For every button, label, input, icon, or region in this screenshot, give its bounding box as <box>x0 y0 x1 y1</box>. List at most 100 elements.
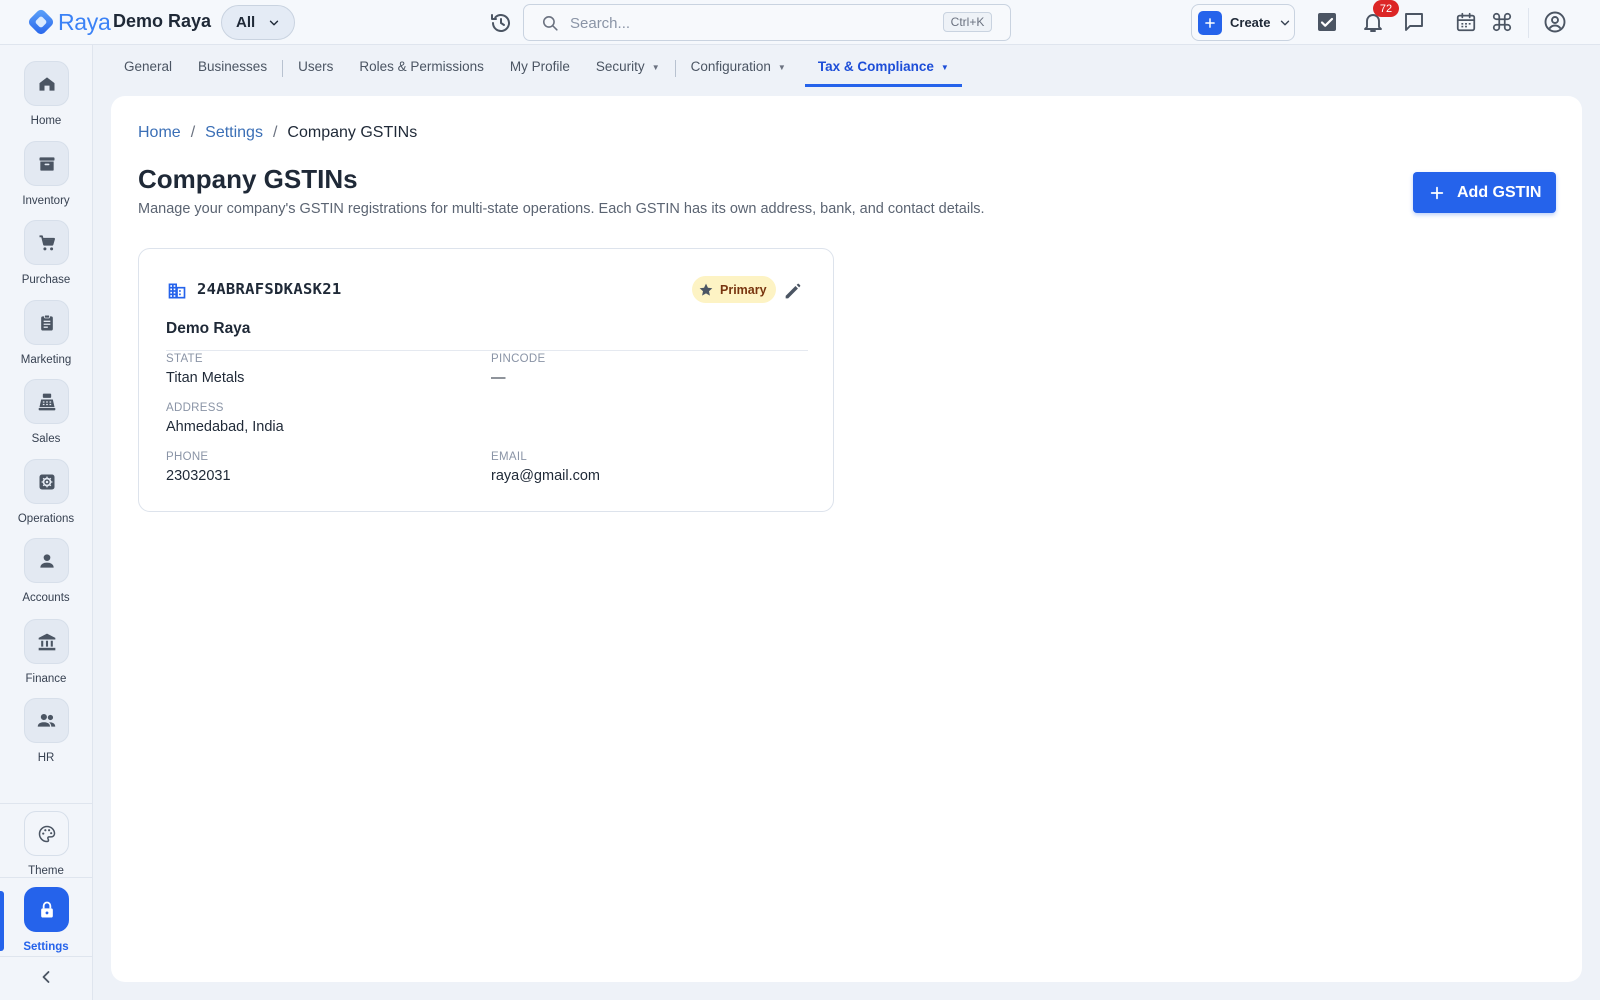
palette-icon <box>24 811 69 856</box>
phone-value: 23032031 <box>166 468 231 484</box>
tab-label: Security <box>595 59 645 74</box>
sidebar-item-sales[interactable]: Sales <box>0 379 92 455</box>
primary-badge: Primary <box>692 276 776 303</box>
chat-icon[interactable] <box>1401 9 1427 35</box>
pincode-value: — <box>491 370 506 386</box>
building-icon <box>168 283 186 299</box>
sidebar-item-label: Home <box>30 115 62 127</box>
address-value: Ahmedabad, India <box>166 419 284 435</box>
home-icon <box>24 61 69 106</box>
phone-field: PHONE 23032031 <box>166 451 231 484</box>
sidebar-item-operations[interactable]: Operations <box>0 459 92 535</box>
search-icon <box>542 15 558 31</box>
sidebar-divider <box>0 877 92 878</box>
tab-divider <box>282 60 284 77</box>
tab-label: Configuration <box>690 59 771 74</box>
phone-label: PHONE <box>166 451 209 463</box>
state-label: STATE <box>166 353 203 365</box>
sidebar-item-inventory[interactable]: Inventory <box>0 141 92 217</box>
breadcrumb-separator: / <box>190 124 196 141</box>
create-button-label: Create <box>1230 15 1271 30</box>
tab-general[interactable]: General <box>111 55 185 87</box>
chevron-down-icon <box>269 20 279 25</box>
sidebar-item-label: Sales <box>31 433 61 445</box>
edit-pencil-icon[interactable] <box>782 280 804 302</box>
logo-mark-icon <box>28 9 54 35</box>
global-search[interactable]: Ctrl+K <box>523 4 1011 41</box>
pincode-field: PINCODE — <box>491 353 546 386</box>
calendar-icon[interactable] <box>1453 9 1479 35</box>
task-check-icon[interactable] <box>1314 9 1340 35</box>
tab-roles-permissions[interactable]: Roles & Permissions <box>346 55 497 87</box>
tab-users[interactable]: Users <box>285 55 346 87</box>
settings-tabs: General Businesses Users Roles & Permiss… <box>111 55 962 87</box>
caret-down-icon: ▼ <box>777 63 786 72</box>
email-field: EMAIL raya@gmail.com <box>491 451 600 484</box>
create-button[interactable]: Create <box>1191 4 1295 41</box>
tab-my-profile[interactable]: My Profile <box>497 55 583 87</box>
company-name[interactable]: Demo Raya <box>113 11 211 32</box>
archive-icon <box>24 141 69 186</box>
primary-badge-label: Primary <box>720 282 767 297</box>
sidebar-divider <box>0 803 92 804</box>
lock-icon <box>24 887 69 932</box>
account-circle-icon[interactable] <box>1542 9 1568 35</box>
gstin-number: 24ABRAFSDKASK21 <box>197 280 342 298</box>
add-gstin-label: Add GSTIN <box>1457 183 1542 201</box>
plus-icon <box>1430 186 1444 199</box>
tab-divider <box>674 60 676 77</box>
scope-select-value: All <box>236 14 256 31</box>
add-gstin-button[interactable]: Add GSTIN <box>1413 172 1556 213</box>
sidebar-item-settings[interactable]: Settings <box>0 887 92 963</box>
breadcrumb-home[interactable]: Home <box>138 124 181 142</box>
sidebar-divider <box>0 956 92 957</box>
sidebar-item-theme[interactable]: Theme <box>0 811 92 887</box>
breadcrumb-settings[interactable]: Settings <box>205 124 263 142</box>
sidebar-item-marketing[interactable]: Marketing <box>0 300 92 376</box>
tab-label: General <box>124 59 173 74</box>
gear-box-icon <box>24 459 69 504</box>
sidebar-item-hr[interactable]: HR <box>0 698 92 774</box>
person-icon <box>24 538 69 583</box>
address-label: ADDRESS <box>166 402 224 414</box>
clipboard-icon <box>24 300 69 345</box>
caret-down-icon: ▼ <box>651 63 660 72</box>
chevron-left-icon[interactable] <box>36 967 56 987</box>
sidebar-item-label: Marketing <box>20 354 72 366</box>
breadcrumb-current: Company GSTINs <box>287 124 418 141</box>
sidebar-item-label: HR <box>37 752 55 764</box>
star-icon <box>699 283 713 296</box>
scope-select[interactable]: All <box>221 5 295 40</box>
tab-configuration[interactable]: Configuration ▼ <box>678 55 799 87</box>
sidebar-item-accounts[interactable]: Accounts <box>0 538 92 614</box>
sidebar-item-purchase[interactable]: Purchase <box>0 220 92 296</box>
sidebar-item-home[interactable]: Home <box>0 61 92 137</box>
app-logo[interactable]: Raya <box>26 7 111 37</box>
page-title: Company GSTINs <box>138 164 358 194</box>
tab-security[interactable]: Security ▼ <box>583 55 673 87</box>
history-icon[interactable] <box>489 11 513 35</box>
register-icon <box>24 379 69 424</box>
tab-tax-compliance[interactable]: Tax & Compliance ▼ <box>804 55 962 87</box>
tab-businesses[interactable]: Businesses <box>185 55 280 87</box>
page-subtitle: Manage your company's GSTIN registration… <box>138 201 985 217</box>
card-divider <box>166 350 808 351</box>
notification-badge: 72 <box>1373 0 1399 17</box>
business-name: Demo Raya <box>166 320 251 337</box>
brand-name: Raya <box>58 8 111 35</box>
header-divider <box>1528 8 1529 38</box>
tab-label: Roles & Permissions <box>359 59 484 74</box>
people-icon <box>24 698 69 743</box>
sidebar-item-label: Finance <box>25 673 67 685</box>
search-input[interactable] <box>570 11 930 35</box>
sidebar-item-finance[interactable]: Finance <box>0 619 92 695</box>
gstin-card: 24ABRAFSDKASK21 Primary Demo Raya STATE … <box>138 248 834 512</box>
tab-label: Users <box>298 59 334 74</box>
sidebar-item-label: Settings <box>23 941 69 953</box>
top-bar: Raya Demo Raya All Ctrl+K Create 72 <box>0 0 1600 45</box>
bank-icon <box>24 619 69 664</box>
command-icon[interactable] <box>1489 9 1515 35</box>
email-value[interactable]: raya@gmail.com <box>491 468 600 484</box>
sidebar-item-label: Theme <box>28 865 64 877</box>
tab-label: Businesses <box>198 59 268 74</box>
